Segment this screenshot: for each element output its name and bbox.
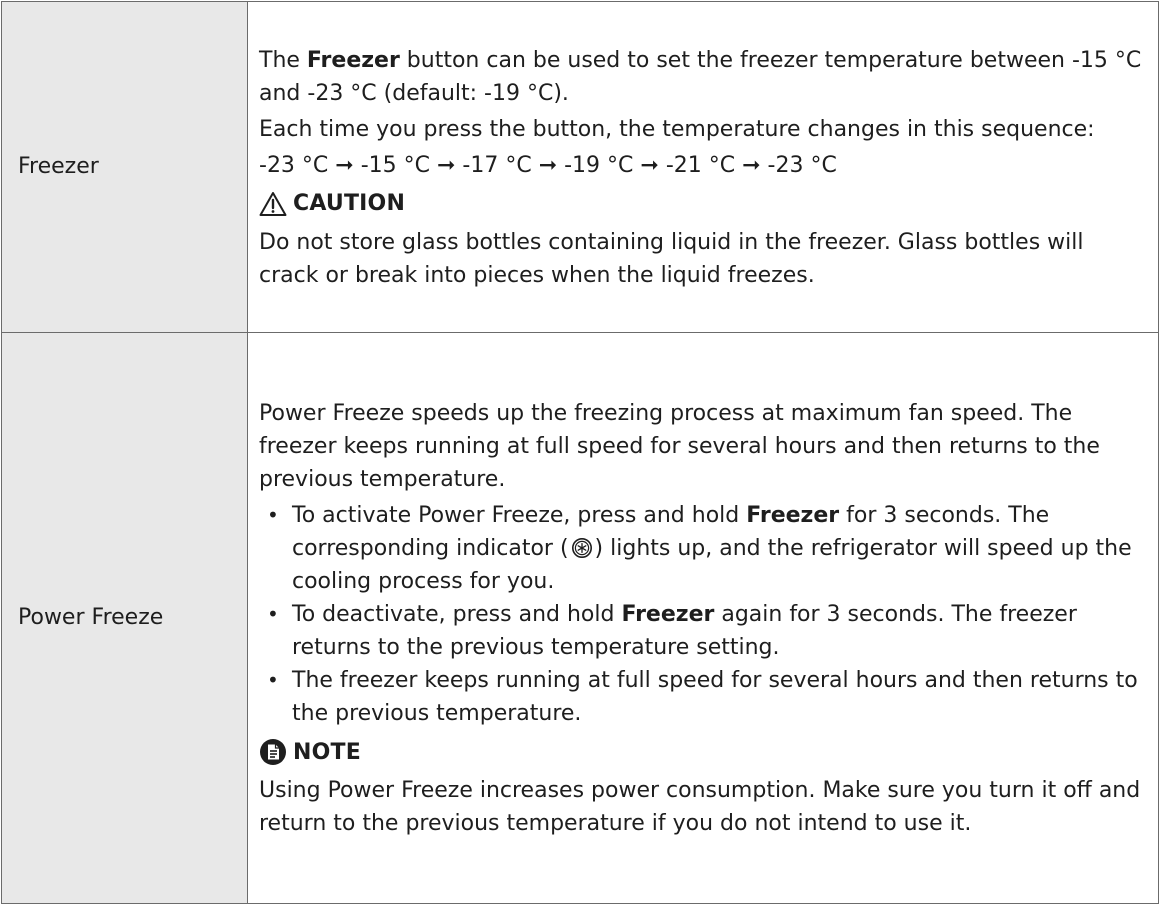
press-sequence-paragraph: Each time you press the button, the temp…	[259, 116, 1095, 142]
list-item: • The freezer keeps running at full spee…	[259, 664, 1146, 730]
bullet-symbol: •	[267, 503, 279, 527]
freezer-button-name: Freezer	[746, 503, 840, 528]
temperature-sequence: -23 °C ➞ -15 °C ➞ -17 °C ➞ -19 °C ➞ -21 …	[259, 152, 837, 178]
table-row: Freezer The Freezer button can be used t…	[1, 1, 1159, 333]
text-run: To deactivate, press and hold	[292, 602, 622, 627]
list-item: • To deactivate, press and hold Freezer …	[259, 598, 1146, 664]
power-freeze-indicator-icon	[571, 537, 593, 559]
caution-text: Do not store glass bottles containing li…	[259, 229, 1084, 288]
row-description: Power Freeze speeds up the freezing proc…	[247, 332, 1159, 904]
freezer-button-name: Freezer	[306, 47, 400, 73]
instruction-list: • To activate Power Freeze, press and ho…	[259, 499, 1146, 730]
table-row: Power Freeze Power Freeze speeds up the …	[1, 332, 1159, 904]
caution-title: CAUTION	[293, 191, 406, 216]
note-title: NOTE	[293, 739, 361, 765]
bullet-symbol: •	[267, 668, 279, 692]
text-run: To activate Power Freeze, press and hold	[292, 503, 747, 528]
bullet-text: To activate Power Freeze, press and hold…	[292, 499, 1146, 598]
bullet-symbol: •	[267, 602, 279, 626]
note-text: Using Power Freeze increases power consu…	[259, 778, 1141, 836]
feature-table: Freezer The Freezer button can be used t…	[1, 1, 1159, 904]
freezer-intro-paragraph: The Freezer button can be used to set th…	[259, 44, 1146, 110]
freezer-button-name: Freezer	[621, 602, 715, 627]
warning-triangle-icon	[259, 190, 287, 218]
list-item: • To activate Power Freeze, press and ho…	[259, 499, 1146, 598]
note-document-icon	[259, 738, 287, 766]
note-heading: NOTE	[259, 734, 1146, 770]
row-label: Power Freeze	[1, 332, 248, 904]
row-label: Freezer	[1, 1, 248, 333]
row-description: The Freezer button can be used to set th…	[247, 1, 1159, 333]
bullet-text: To deactivate, press and hold Freezer ag…	[292, 598, 1146, 664]
caution-heading: CAUTION	[259, 186, 1146, 222]
bullet-text: The freezer keeps running at full speed …	[292, 668, 1138, 726]
power-freeze-intro: Power Freeze speeds up the freezing proc…	[259, 401, 1100, 492]
text-run: The	[259, 47, 307, 73]
